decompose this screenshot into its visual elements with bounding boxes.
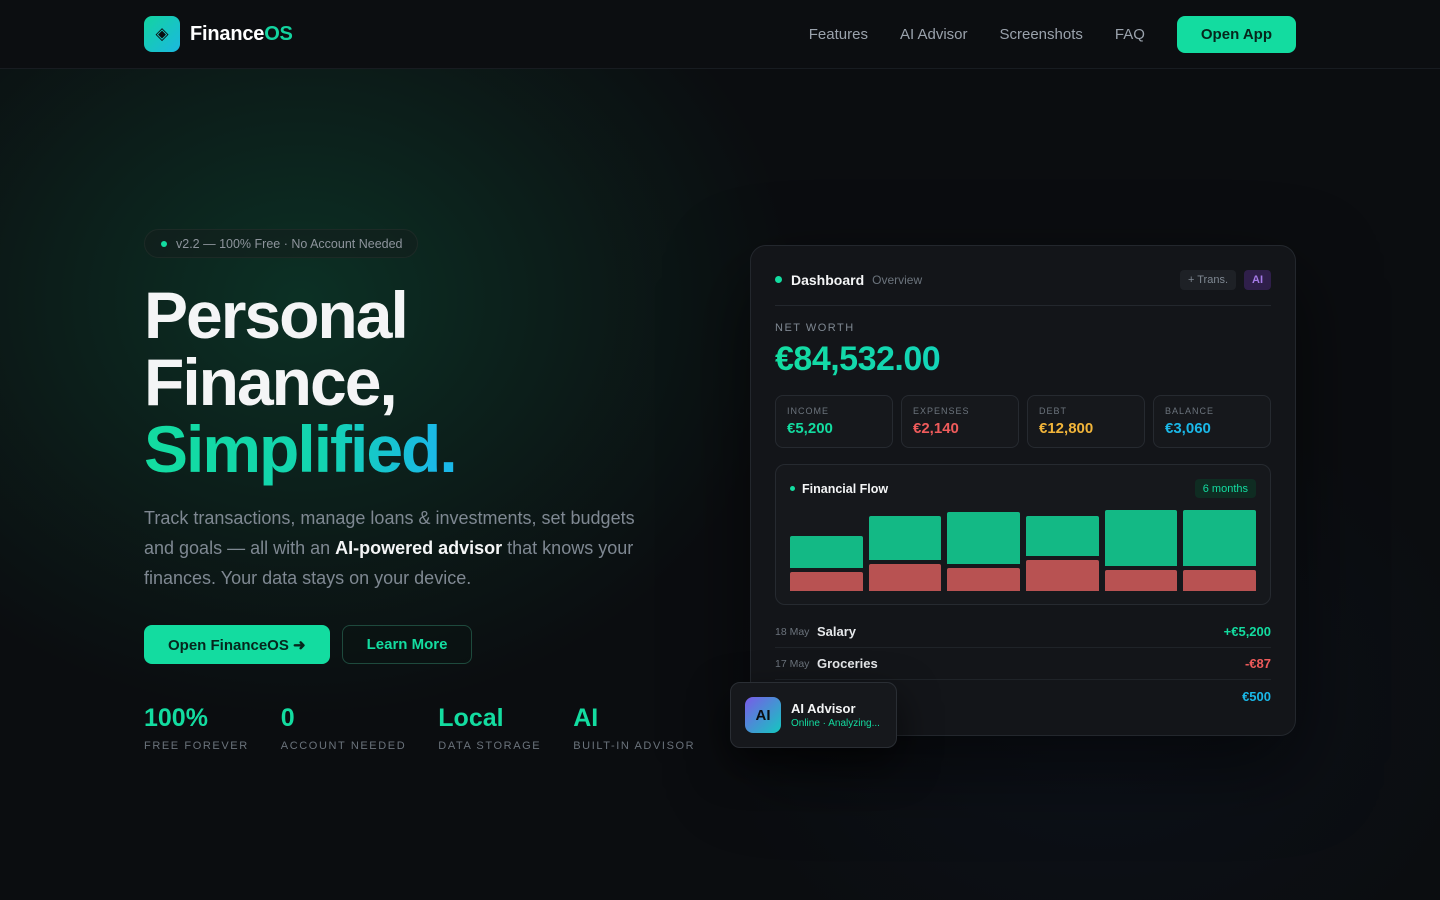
advisor-text: AI Advisor Online · Analyzing... bbox=[791, 701, 880, 729]
add-transaction-chip[interactable]: + Trans. bbox=[1179, 270, 1236, 290]
stat-value: 100% bbox=[144, 704, 208, 732]
txn-name: Groceries bbox=[817, 656, 878, 671]
dashboard-subtitle: Overview bbox=[872, 273, 923, 287]
income-bar bbox=[1026, 516, 1099, 556]
range-chip[interactable]: 6 months bbox=[1194, 479, 1256, 498]
stat-label: FREE FOREVER bbox=[144, 740, 249, 752]
expense-bar bbox=[868, 564, 942, 591]
txn-date: 18 May bbox=[775, 625, 810, 638]
mini-value: €5,200 bbox=[787, 420, 833, 437]
mini-label: EXPENSES bbox=[913, 406, 970, 416]
expense-bar bbox=[947, 568, 1021, 591]
income-bar bbox=[1104, 510, 1178, 566]
stat-label: ACCOUNT NEEDED bbox=[280, 740, 407, 752]
dashboard-title: Dashboard bbox=[791, 272, 865, 288]
nav-links: Features AI Advisor Screenshots FAQ Open… bbox=[809, 15, 1296, 53]
header-chips: + Trans. AI bbox=[1179, 270, 1271, 290]
stats-row: 100% FREE FOREVER 0 ACCOUNT NEEDED Local… bbox=[144, 704, 695, 752]
income-bar bbox=[947, 512, 1021, 564]
txn-amount: -€87 bbox=[1244, 656, 1271, 671]
transaction-row[interactable]: 17 May Groceries -€87 bbox=[775, 648, 1271, 680]
stat-label: BUILT-IN ADVISOR bbox=[573, 740, 696, 752]
nav-link-screenshots[interactable]: Screenshots bbox=[999, 26, 1082, 43]
income-bar bbox=[790, 536, 863, 568]
top-nav: ◈ FinanceOS Features AI Advisor Screensh… bbox=[0, 0, 1440, 69]
advisor-status: Online · Analyzing... bbox=[791, 718, 880, 729]
txn-name: Salary bbox=[817, 624, 857, 639]
transaction-row[interactable]: 18 May Salary +€5,200 bbox=[775, 616, 1271, 648]
nav-link-features[interactable]: Features bbox=[809, 26, 868, 43]
mini-label: DEBT bbox=[1039, 406, 1068, 416]
stat-value: AI bbox=[573, 704, 599, 732]
debt-card: DEBT €12,800 bbox=[1027, 395, 1145, 448]
hero-subtitle: Track transactions, manage loans & inves… bbox=[144, 508, 635, 588]
flow-bar-column bbox=[947, 509, 1021, 591]
flow-bar-column bbox=[1104, 509, 1178, 591]
ai-advisor-widget[interactable]: AI AI Advisor Online · Analyzing... bbox=[730, 682, 897, 748]
net-worth-label: NET WORTH bbox=[775, 322, 855, 334]
dashboard-header: Dashboard Overview + Trans. AI bbox=[775, 268, 1271, 306]
mini-label: INCOME bbox=[787, 406, 829, 416]
cta-row: Open FinanceOS ➜ Learn More bbox=[144, 625, 473, 664]
stat-item: 0 ACCOUNT NEEDED bbox=[281, 704, 407, 752]
flow-dot-icon bbox=[790, 486, 795, 491]
badge-text: v2.2 — 100% Free · No Account Needed bbox=[176, 236, 403, 251]
txn-date: 17 May bbox=[775, 657, 810, 670]
flow-title: Financial Flow bbox=[802, 481, 889, 496]
nav-link-ai-advisor[interactable]: AI Advisor bbox=[900, 26, 968, 43]
expenses-card: EXPENSES €2,140 bbox=[901, 395, 1019, 448]
mini-label: BALANCE bbox=[1165, 406, 1215, 416]
logo[interactable]: ◈ FinanceOS bbox=[144, 16, 293, 52]
flow-bar-column bbox=[1026, 509, 1099, 591]
income-bar bbox=[868, 516, 942, 560]
stat-item: AI BUILT-IN ADVISOR bbox=[573, 704, 695, 752]
expense-bar bbox=[1104, 570, 1178, 591]
learn-more-button[interactable]: Learn More bbox=[341, 625, 473, 664]
ai-chip[interactable]: AI bbox=[1244, 270, 1271, 290]
income-bar bbox=[1183, 510, 1257, 566]
advisor-title: AI Advisor bbox=[791, 701, 856, 716]
mini-value: €12,800 bbox=[1039, 420, 1094, 437]
mini-value: €3,060 bbox=[1165, 420, 1211, 437]
stat-item: 100% FREE FOREVER bbox=[144, 704, 249, 752]
summary-cards: INCOME €5,200 EXPENSES €2,140 DEBT €12,8… bbox=[775, 395, 1271, 448]
flow-bar-column bbox=[868, 509, 942, 591]
expense-bar bbox=[1026, 560, 1099, 591]
txn-amount: €500 bbox=[1242, 688, 1271, 704]
version-badge: v2.2 — 100% Free · No Account Needed bbox=[144, 229, 418, 258]
income-card: INCOME €5,200 bbox=[775, 395, 893, 448]
nav-link-faq[interactable]: FAQ bbox=[1115, 26, 1145, 43]
balance-card: BALANCE €3,060 bbox=[1153, 395, 1271, 448]
flow-bars bbox=[790, 509, 1257, 591]
flow-header: Financial Flow 6 months bbox=[790, 479, 1256, 498]
net-worth-value: €84,532.00 bbox=[775, 340, 941, 378]
flow-bar-column bbox=[790, 509, 863, 591]
logo-diamond-icon: ◈ bbox=[144, 16, 180, 52]
expense-bar bbox=[790, 572, 863, 591]
open-app-button[interactable]: Open App bbox=[1176, 15, 1296, 53]
flow-bar-column bbox=[1183, 509, 1257, 591]
badge-dot-icon bbox=[161, 240, 167, 247]
ai-advisor-icon: AI bbox=[745, 697, 781, 733]
hero-headline: Personal Finance, Simplified. bbox=[144, 278, 458, 486]
stat-item: Local DATA STORAGE bbox=[438, 704, 541, 752]
stat-value: 0 bbox=[280, 704, 295, 732]
stat-value: Local bbox=[438, 704, 504, 732]
live-dot-icon bbox=[775, 276, 782, 283]
dashboard-preview-card: Dashboard Overview + Trans. AI NET WORTH… bbox=[750, 245, 1296, 736]
mini-value: €2,140 bbox=[913, 420, 959, 437]
open-financeos-button[interactable]: Open FinanceOS ➜ bbox=[144, 625, 330, 664]
logo-text: FinanceOS bbox=[190, 22, 293, 45]
expense-bar bbox=[1183, 570, 1257, 591]
stat-label: DATA STORAGE bbox=[438, 740, 542, 752]
txn-amount: +€5,200 bbox=[1223, 624, 1271, 639]
financial-flow-chart: Financial Flow 6 months bbox=[775, 464, 1271, 605]
